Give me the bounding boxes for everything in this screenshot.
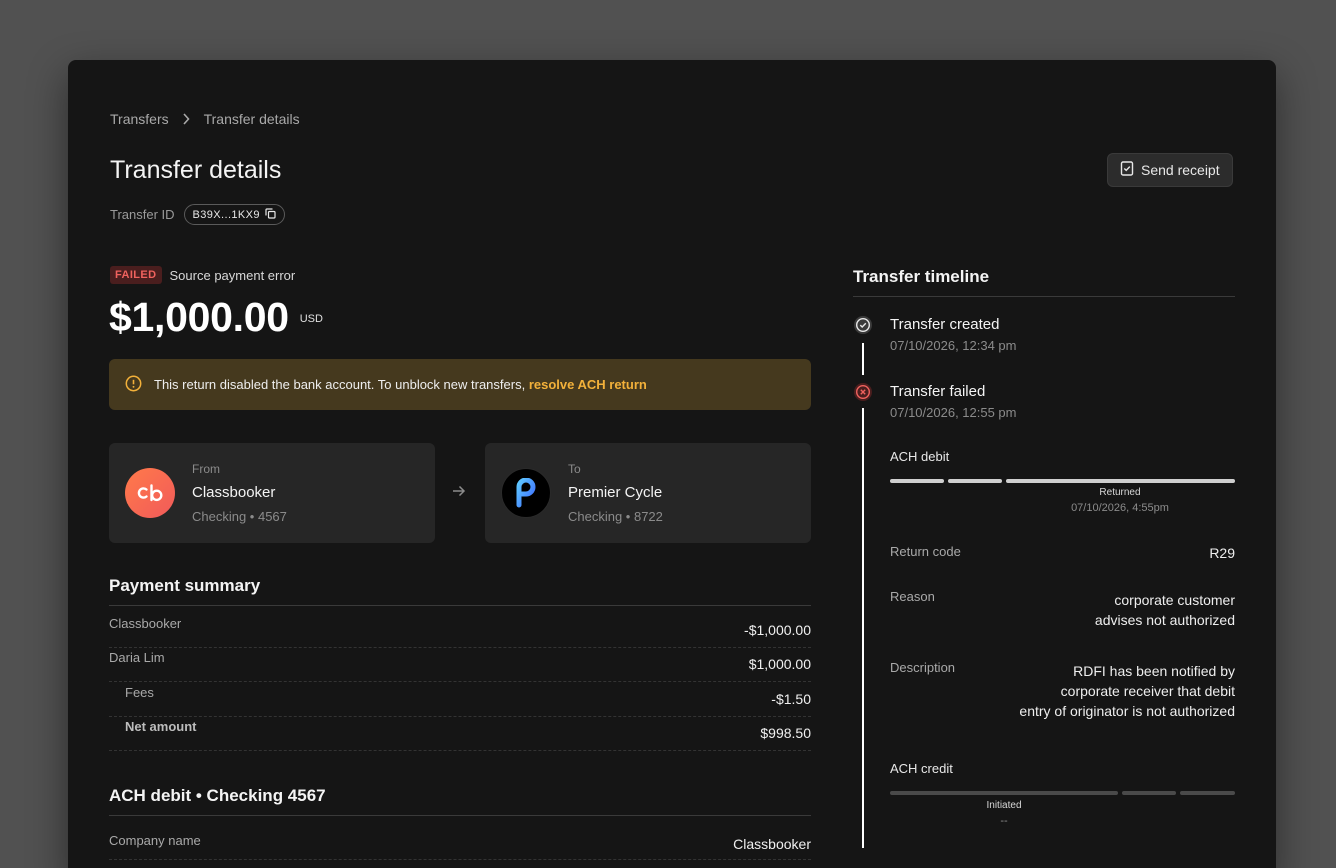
reason-value: corporate customer advises not authorize… <box>1094 592 1235 628</box>
arrow-right-icon <box>451 484 467 503</box>
to-account-card: To Premier Cycle Checking • 8722 <box>485 443 811 543</box>
ach-debit-progress-segment <box>890 479 944 483</box>
status-badge: FAILED <box>110 266 162 284</box>
to-name: Premier Cycle <box>568 484 663 501</box>
ach-return-alert: This return disabled the bank account. T… <box>109 359 811 410</box>
ach-credit-marker-label: Initiated <box>986 800 1022 811</box>
transfer-id-label: Transfer ID <box>110 207 175 222</box>
timeline-event-date: 07/10/2026, 12:34 pm <box>890 338 1017 353</box>
ach-debit-label: ACH debit <box>890 449 950 464</box>
to-label: To <box>568 462 581 476</box>
timeline-event-title: Transfer failed <box>890 383 986 400</box>
summary-row: Fees -$1.50 <box>109 683 811 717</box>
ach-debit-progress-segment <box>1006 479 1235 483</box>
check-circle-icon <box>853 315 873 335</box>
ach-credit-marker-date: -- <box>1000 815 1008 827</box>
summary-label: Classbooker <box>109 616 182 631</box>
company-name-value: Classbooker <box>733 836 811 852</box>
description-label: Description <box>890 660 956 675</box>
resolve-ach-return-link[interactable]: resolve ACH return <box>529 377 647 392</box>
return-code-label: Return code <box>890 544 961 559</box>
reason-label: Reason <box>890 589 935 604</box>
from-account: Checking • 4567 <box>192 509 287 524</box>
x-circle-icon <box>853 382 873 402</box>
summary-value: -$1.50 <box>771 691 811 707</box>
from-label: From <box>192 462 220 476</box>
description-value: RDFI has been notified by corporate rece… <box>1019 663 1235 719</box>
ach-credit-progress-segment <box>890 791 1118 795</box>
ach-debit-section-divider <box>109 815 811 816</box>
summary-label: Fees <box>125 685 154 700</box>
ach-debit-section-title: ACH debit • Checking 4567 <box>109 786 326 805</box>
timeline-event-date: 07/10/2026, 12:55 pm <box>890 405 1017 420</box>
page-title: Transfer details <box>110 156 282 184</box>
summary-value: $1,000.00 <box>748 656 811 672</box>
timeline-event-title: Transfer created <box>890 316 1000 333</box>
transfer-id-row: Transfer ID B39X...1KX9 <box>110 204 285 225</box>
company-name-label: Company name <box>109 833 201 848</box>
timeline-divider <box>853 296 1235 297</box>
from-account-card: From Classbooker Checking • 4567 <box>109 443 435 543</box>
status-text: Source payment error <box>169 267 296 283</box>
receipt-icon <box>1120 161 1134 179</box>
summary-label: Daria Lim <box>109 650 165 665</box>
summary-value: -$1,000.00 <box>744 622 811 638</box>
transfer-id-chip[interactable]: B39X...1KX9 <box>183 204 285 225</box>
to-account: Checking • 8722 <box>568 509 663 524</box>
return-code-value: R29 <box>1209 545 1235 561</box>
detail-row: Company name Classbooker <box>109 824 811 860</box>
timeline-title: Transfer timeline <box>853 267 990 286</box>
send-receipt-button[interactable]: Send receipt <box>1107 153 1233 187</box>
transfer-amount: $1,000.00 USD <box>109 294 323 341</box>
ach-debit-progress-segment <box>948 479 1002 483</box>
breadcrumb-current: Transfer details <box>203 111 300 127</box>
ach-credit-progress-segment <box>1180 791 1235 795</box>
summary-row: Net amount $998.50 <box>109 717 811 751</box>
ach-debit-marker-label: Returned <box>1099 487 1141 498</box>
ach-credit-label: ACH credit <box>890 761 953 776</box>
ach-debit-marker-date: 07/10/2026, 4:55pm <box>1071 502 1169 514</box>
alert-text: This return disabled the bank account. T… <box>154 377 526 392</box>
timeline-connector <box>862 343 864 375</box>
premier-cycle-logo <box>501 468 551 518</box>
summary-value: $998.50 <box>760 725 811 741</box>
payment-summary-title: Payment summary <box>109 576 261 595</box>
transfer-details-window: Transfers Transfer details Transfer deta… <box>68 60 1276 868</box>
transfer-id-value: B39X...1KX9 <box>192 208 260 221</box>
summary-label: Net amount <box>125 719 197 734</box>
amount-currency: USD <box>299 313 323 325</box>
amount-value: $1,000.00 <box>109 294 289 340</box>
summary-row: Daria Lim $1,000.00 <box>109 648 811 682</box>
status-row: FAILED Source payment error <box>110 266 295 284</box>
breadcrumb-transfers-link[interactable]: Transfers <box>110 111 169 127</box>
breadcrumb: Transfers Transfer details <box>110 111 300 127</box>
summary-row: Classbooker -$1,000.00 <box>109 614 811 648</box>
ach-credit-progress-segment <box>1122 791 1176 795</box>
from-name: Classbooker <box>192 484 276 501</box>
payment-summary-divider <box>109 605 811 606</box>
warning-icon <box>125 375 142 395</box>
classbooker-logo <box>125 468 175 518</box>
chevron-right-icon <box>182 113 190 125</box>
timeline-connector <box>862 408 864 848</box>
copy-icon[interactable] <box>265 207 276 222</box>
send-receipt-label: Send receipt <box>1141 162 1220 178</box>
